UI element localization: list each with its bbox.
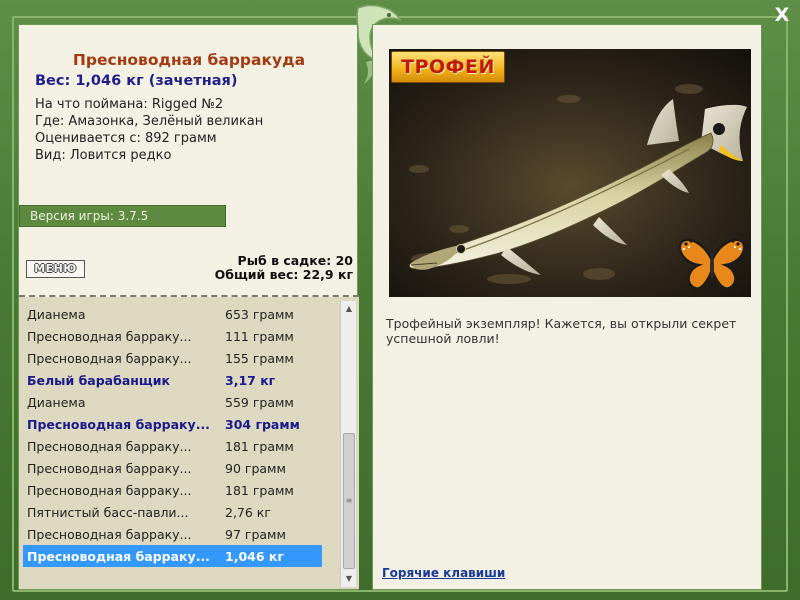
catch-list-row[interactable]: Пресноводная барраку... 97 грамм: [23, 523, 322, 545]
catch-fish-weight: 559 грамм: [225, 395, 294, 410]
catch-list-row[interactable]: Дианема 653 грамм: [23, 303, 322, 325]
close-button[interactable]: X: [770, 4, 794, 26]
trophy-panel: ТРОФЕЙ Трофейный экземпляр! Кажется, вы …: [372, 24, 762, 590]
fish-weight: Вес: 1,046 кг (зачетная): [35, 73, 238, 89]
rated-from-line: Оценивается с: 892 грамм: [35, 131, 217, 146]
catch-fish-name: Пресноводная барраку...: [27, 461, 192, 476]
catch-list-row[interactable]: Пресноводная барраку... 90 грамм: [23, 457, 322, 479]
trophy-badge-label: ТРОФЕЙ: [401, 56, 495, 78]
close-icon: X: [774, 4, 790, 26]
catch-list-row[interactable]: Белый барабанщик 3,17 кг: [23, 369, 322, 391]
catch-fish-name: Пресноводная барраку...: [27, 329, 192, 344]
catch-fish-weight: 111 грамм: [225, 329, 294, 344]
catch-fish-name: Пресноводная барраку...: [27, 549, 210, 564]
catch-fish-name: Пресноводная барраку...: [27, 527, 192, 542]
fish-title: Пресноводная барракуда: [72, 51, 306, 69]
catch-fish-name: Пресноводная барраку...: [27, 483, 192, 498]
catch-fish-weight: 97 грамм: [225, 527, 286, 542]
catch-fish-name: Пресноводная барраку...: [27, 351, 192, 366]
hotkeys-link[interactable]: Горячие клавиши: [382, 566, 505, 580]
catch-fish-weight: 3,17 кг: [225, 373, 276, 388]
version-label: Версия игры: 3.7.5: [30, 209, 149, 223]
catch-fish-name: Белый барабанщик: [27, 373, 170, 388]
keepnet-total-weight: Общий вес: 22,9 кг: [214, 267, 353, 282]
fish-photo: ТРОФЕЙ: [389, 49, 751, 297]
scroll-thumb[interactable]: ≡: [343, 433, 355, 569]
catch-list-row[interactable]: Пресноводная барраку... 155 грамм: [23, 347, 322, 369]
catch-list-row[interactable]: Пресноводная барраку... 1,046 кг: [23, 545, 322, 567]
location-line: Где: Амазонка, Зелёный великан: [35, 114, 264, 129]
trophy-description: Трофейный экземпляр! Кажется, вы открыли…: [386, 316, 737, 346]
trophy-badge: ТРОФЕЙ: [391, 51, 505, 83]
catch-fish-weight: 90 грамм: [225, 461, 286, 476]
menu-button[interactable]: МЕНЮ: [26, 260, 85, 278]
butterfly-icon: [678, 238, 746, 290]
catch-fish-weight: 2,76 кг: [225, 505, 271, 520]
scroll-down-arrow-icon[interactable]: ▼: [341, 571, 357, 587]
catch-fish-weight: 304 грамм: [225, 417, 300, 432]
catch-list-row[interactable]: Пятнистый басс-павли... 2,76 кг: [23, 501, 322, 523]
catch-fish-name: Дианема: [27, 307, 86, 322]
catch-list-row[interactable]: Пресноводная барраку... 181 грамм: [23, 479, 322, 501]
catch-fish-name: Пресноводная барраку...: [27, 439, 192, 454]
catch-fish-name: Пятнистый басс-павли...: [27, 505, 189, 520]
keepnet-count: Рыб в садке: 20: [237, 253, 353, 268]
list-scrollbar[interactable]: ▲ ≡ ▼: [340, 301, 356, 587]
fish-info-panel: Пресноводная барракуда Вес: 1,046 кг (за…: [18, 24, 359, 590]
catch-fish-weight: 155 грамм: [225, 351, 294, 366]
catch-list-row[interactable]: Пресноводная барраку... 111 грамм: [23, 325, 322, 347]
grip-icon: ≡: [345, 496, 353, 505]
catch-list-row[interactable]: Дианема 559 грамм: [23, 391, 322, 413]
catch-fish-name: Пресноводная барраку...: [27, 417, 210, 432]
version-bar: Версия игры: 3.7.5: [19, 205, 226, 227]
catch-fish-weight: 181 грамм: [225, 439, 294, 454]
species-line: Вид: Ловится редко: [35, 148, 172, 163]
catch-list-row[interactable]: Пресноводная барраку... 181 грамм: [23, 435, 322, 457]
bait-line: На что поймана: Rigged №2: [35, 97, 224, 112]
catch-fish-weight: 181 грамм: [225, 483, 294, 498]
catch-fish-weight: 653 грамм: [225, 307, 294, 322]
scroll-up-arrow-icon[interactable]: ▲: [341, 301, 357, 317]
fish-info: Пресноводная барракуда Вес: 1,046 кг (за…: [19, 25, 359, 295]
catch-fish-weight: 1,046 кг: [225, 549, 284, 564]
menu-label: МЕНЮ: [34, 262, 77, 275]
catch-list-row[interactable]: Пресноводная барраку... 304 грамм: [23, 413, 322, 435]
catch-fish-name: Дианема: [27, 395, 86, 410]
